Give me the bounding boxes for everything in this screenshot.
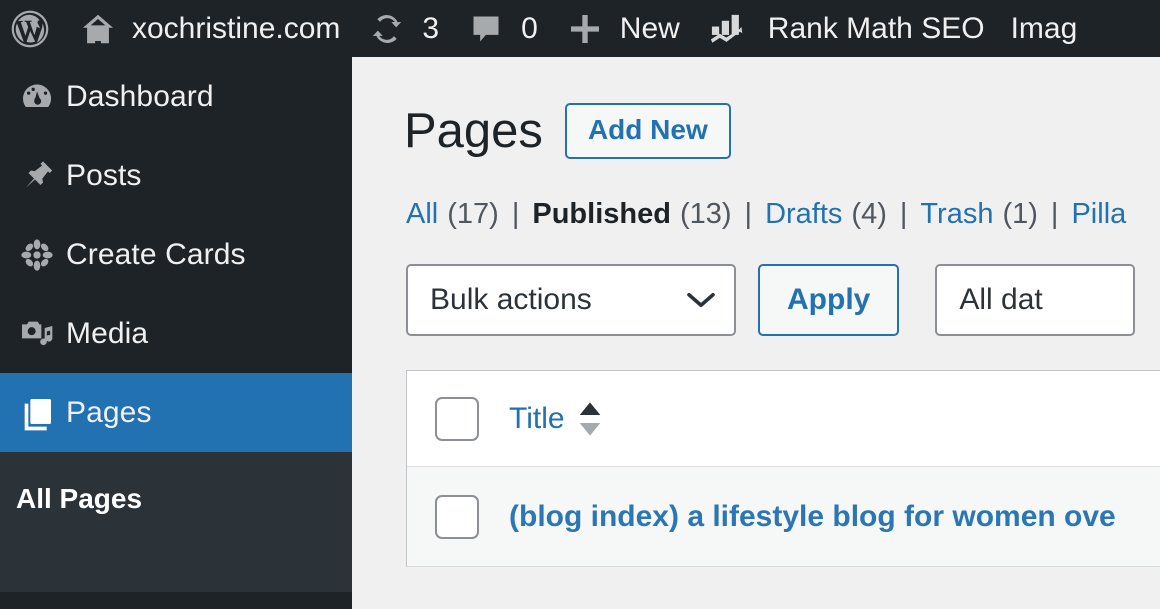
sidebar-item-media[interactable]: Media — [0, 294, 352, 373]
pages-icon — [8, 393, 66, 433]
sidebar-submenu-label: All Pages — [16, 483, 143, 514]
adminbar-truncated-item[interactable]: Imag — [1011, 0, 1078, 57]
filter-separator: | — [744, 198, 753, 230]
bulk-actions-value: Bulk actions — [430, 283, 592, 316]
home-icon — [78, 9, 118, 49]
dashboard-gauge-icon — [8, 77, 66, 117]
pages-list-table: Title (blog index) a lifestyle blog for … — [406, 370, 1160, 567]
adminbar-truncated-label: Imag — [1010, 11, 1078, 45]
chevron-down-icon — [686, 291, 716, 309]
apply-button[interactable]: Apply — [758, 264, 900, 336]
sidebar-submenu-next-item[interactable] — [0, 530, 352, 592]
admin-bar: xochristine.com 3 0 New Rank Math SEO Im… — [0, 0, 1160, 57]
sidebar-item-label: Dashboard — [66, 79, 214, 113]
status-filter-links: All (17) | Published (13) | Drafts (4) |… — [352, 159, 1160, 231]
filter-count-drafts: (4) — [851, 198, 887, 230]
page-title: Pages — [404, 103, 543, 158]
sidebar-item-posts[interactable]: Posts — [0, 136, 352, 215]
filter-separator: | — [1050, 198, 1059, 230]
main-content: Pages Add New All (17) | Published (13) … — [352, 57, 1160, 609]
sidebar-item-label: Media — [66, 316, 149, 350]
sidebar-item-pages[interactable]: Pages — [0, 373, 352, 452]
sidebar-item-label: Create Cards — [66, 237, 246, 271]
admin-sidebar-menu: Dashboard Posts Create Cards Media Pages… — [0, 57, 352, 609]
filter-link-all[interactable]: All — [406, 198, 438, 231]
sidebar-item-all-pages[interactable]: All Pages — [0, 468, 352, 530]
media-camera-music-icon — [8, 314, 66, 354]
select-all-checkbox[interactable] — [435, 396, 479, 441]
sort-arrows-icon — [577, 400, 603, 438]
table-navigation-toolbar: Bulk actions Apply All dat — [352, 231, 1160, 336]
filter-link-trash[interactable]: Trash — [920, 198, 993, 231]
bulk-actions-select[interactable]: Bulk actions — [406, 264, 736, 336]
plus-icon — [564, 8, 606, 50]
sidebar-item-dashboard[interactable]: Dashboard — [0, 57, 352, 136]
table-header-row: Title — [407, 371, 1160, 467]
filter-count-trash: (1) — [1002, 198, 1038, 230]
update-arrows-icon — [366, 8, 408, 50]
filter-count-published: (13) — [679, 198, 732, 230]
add-new-button[interactable]: Add New — [564, 103, 731, 159]
adminbar-comments-count: 0 — [521, 11, 538, 45]
column-header-title[interactable]: Title — [509, 400, 603, 438]
filter-link-drafts[interactable]: Drafts — [765, 198, 842, 231]
flower-icon — [8, 235, 66, 275]
filter-link-pillar[interactable]: Pilla — [1071, 198, 1126, 231]
adminbar-rankmath-button[interactable]: Rank Math SEO — [706, 0, 985, 57]
filter-count-all: (17) — [447, 198, 499, 230]
pin-icon — [8, 156, 66, 196]
row-title-link[interactable]: (blog index) a lifestyle blog for women … — [509, 500, 1116, 534]
date-filter-select[interactable]: All dat — [935, 264, 1136, 336]
wordpress-logo-icon — [8, 7, 52, 51]
sidebar-item-label: Pages — [66, 395, 152, 429]
page-header: Pages Add New — [352, 57, 1160, 159]
adminbar-wp-logo-button[interactable] — [0, 0, 52, 57]
row-checkbox[interactable] — [435, 494, 479, 539]
adminbar-updates-count: 3 — [422, 11, 440, 45]
date-filter-value: All dat — [959, 283, 1043, 316]
sidebar-item-label: Posts — [66, 158, 142, 192]
bar-chart-trend-icon — [706, 8, 754, 50]
column-header-title-label: Title — [509, 401, 565, 435]
filter-separator: | — [511, 198, 520, 230]
adminbar-rankmath-label: Rank Math SEO — [767, 11, 985, 45]
adminbar-new-button[interactable]: New — [564, 0, 680, 57]
sidebar-submenu-pages: All Pages — [0, 452, 352, 592]
table-row: (blog index) a lifestyle blog for women … — [407, 467, 1160, 567]
filter-link-published[interactable]: Published — [532, 198, 671, 231]
adminbar-updates-button[interactable]: 3 — [366, 0, 439, 57]
adminbar-site-name: xochristine.com — [132, 11, 341, 45]
sidebar-item-create-cards[interactable]: Create Cards — [0, 215, 352, 294]
adminbar-new-label: New — [619, 11, 680, 45]
adminbar-comments-button[interactable]: 0 — [465, 0, 538, 57]
wordpress-admin-screen: xochristine.com 3 0 New Rank Math SEO Im… — [0, 0, 1160, 609]
comment-bubble-icon — [465, 8, 507, 50]
filter-separator: | — [899, 198, 908, 230]
adminbar-site-name-button[interactable]: xochristine.com — [78, 0, 340, 57]
